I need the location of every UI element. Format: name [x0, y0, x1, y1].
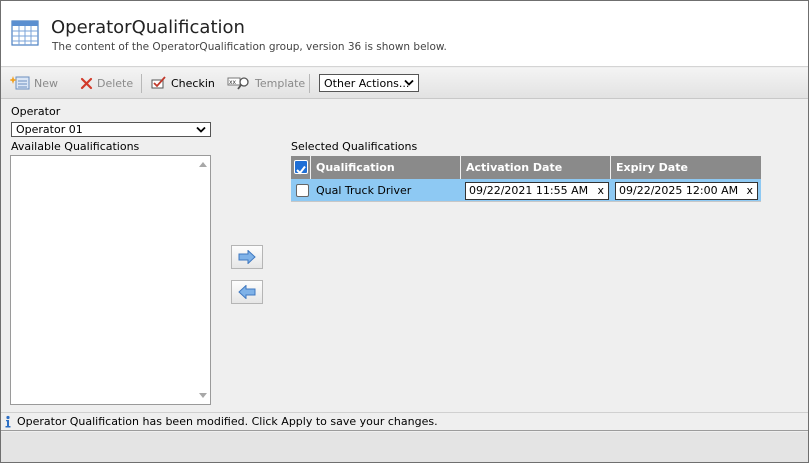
table-grid-icon	[11, 20, 39, 46]
available-qualifications-label: Available Qualifications	[11, 140, 140, 153]
row-qualification-name: Qual Truck Driver	[316, 184, 412, 197]
new-button[interactable]: New	[10, 74, 58, 92]
template-button[interactable]: xx Template	[227, 74, 305, 92]
delete-x-icon	[80, 77, 93, 89]
select-all-cell	[291, 156, 311, 179]
page-subtitle: The content of the OperatorQualification…	[52, 41, 447, 53]
expiry-date-value: 09/22/2025 12:00 AM	[619, 184, 739, 197]
toolbar: New Delete Checkin xx Template Other Act…	[1, 68, 808, 99]
window-frame: OperatorQualification The content of the…	[0, 0, 809, 463]
status-bar: Operator Qualification has been modified…	[1, 412, 808, 431]
operator-select[interactable]: Operator 01	[11, 122, 211, 137]
template-button-label: Template	[255, 76, 306, 90]
activation-date-value: 09/22/2021 11:55 AM	[469, 184, 589, 197]
remove-qualification-button[interactable]	[231, 280, 263, 304]
chevron-down-icon	[196, 126, 206, 133]
checkmark-icon	[296, 165, 306, 175]
chevron-down-icon	[404, 79, 414, 86]
grid-header: Qualification Activation Date Expiry Dat…	[291, 156, 761, 179]
activation-date-input[interactable]: 09/22/2021 11:55 AM x	[465, 182, 609, 200]
page-title: OperatorQualification	[51, 17, 245, 38]
operator-selected-value: Operator 01	[16, 123, 83, 136]
new-button-label: New	[34, 76, 58, 90]
list-scrollbar[interactable]	[196, 156, 210, 404]
other-actions-dropdown[interactable]: Other Actions...	[319, 74, 419, 92]
info-icon	[5, 415, 11, 427]
other-actions-label: Other Actions...	[324, 76, 410, 90]
row-checkbox[interactable]	[296, 184, 309, 197]
footer-area	[1, 432, 808, 462]
column-header-qualification[interactable]: Qualification	[311, 156, 461, 179]
clear-activation-date-button[interactable]: x	[597, 183, 604, 199]
scroll-up-arrow-icon[interactable]	[199, 162, 207, 167]
toolbar-separator	[141, 74, 142, 93]
available-qualifications-list[interactable]	[10, 155, 211, 405]
toolbar-separator	[309, 74, 310, 93]
scroll-down-arrow-icon[interactable]	[199, 393, 207, 398]
selected-qualifications-label: Selected Qualifications	[291, 140, 418, 153]
checkin-button-label: Checkin	[171, 76, 215, 90]
add-qualification-button[interactable]	[231, 245, 263, 269]
arrow-right-icon	[238, 250, 256, 264]
operator-label: Operator	[11, 105, 61, 118]
column-header-activation-date[interactable]: Activation Date	[461, 156, 611, 179]
checkin-icon	[151, 76, 166, 89]
arrow-left-icon	[238, 285, 256, 299]
page-header: OperatorQualification The content of the…	[1, 1, 808, 67]
select-all-checkbox[interactable]	[294, 160, 308, 175]
selected-qualifications-grid: Qualification Activation Date Expiry Dat…	[291, 156, 761, 202]
clear-expiry-date-button[interactable]: x	[746, 183, 753, 199]
template-magnifier-icon: xx	[227, 77, 249, 90]
status-message: Operator Qualification has been modified…	[17, 415, 438, 428]
checkin-button[interactable]: Checkin	[151, 74, 215, 92]
delete-button[interactable]: Delete	[80, 74, 133, 92]
new-icon	[10, 76, 30, 90]
delete-button-label: Delete	[97, 76, 134, 90]
table-row[interactable]: Qual Truck Driver 09/22/2021 11:55 AM x …	[291, 179, 761, 202]
column-header-expiry-date[interactable]: Expiry Date	[611, 156, 761, 179]
expiry-date-input[interactable]: 09/22/2025 12:00 AM x	[615, 182, 758, 200]
svg-text:xx: xx	[229, 79, 237, 86]
